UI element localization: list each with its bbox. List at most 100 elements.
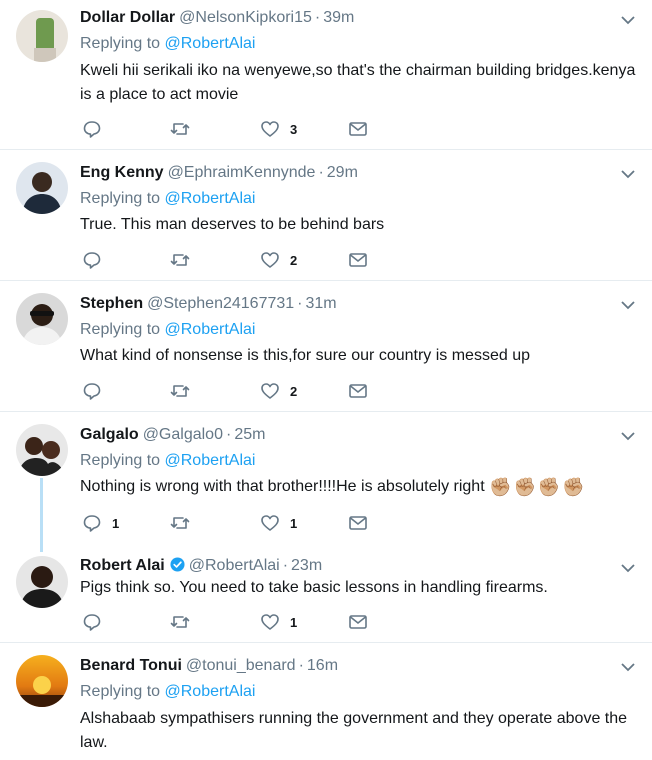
like-button[interactable]: 1 (260, 611, 297, 633)
reply-button[interactable] (82, 380, 112, 402)
replying-to: Replying to @RobertAlai (80, 682, 255, 702)
like-button[interactable]: 3 (260, 118, 297, 140)
separator-dot: · (318, 164, 324, 181)
tweet-actions: 3 (80, 118, 480, 140)
user-handle[interactable]: @Galgalo0 (143, 426, 223, 443)
timestamp[interactable]: 16m (307, 657, 338, 674)
heart-icon (261, 614, 279, 630)
avatar[interactable] (16, 424, 68, 476)
chevron-down-icon[interactable] (620, 297, 636, 313)
reply-icon (83, 121, 101, 138)
timestamp[interactable]: 29m (327, 164, 358, 181)
replying-to-label: Replying to (80, 190, 165, 207)
display-name[interactable]: Benard Tonui (80, 657, 182, 674)
avatar[interactable] (16, 293, 68, 345)
avatar[interactable] (16, 655, 68, 707)
envelope-icon (349, 615, 367, 629)
mention-link[interactable]: @RobertAlai (165, 321, 256, 338)
timestamp[interactable]: 25m (234, 426, 265, 443)
retweet-button[interactable] (170, 611, 200, 633)
like-button[interactable]: 2 (260, 249, 297, 271)
direct-message-button[interactable] (348, 249, 368, 271)
user-handle[interactable]: @Stephen24167731 (147, 295, 294, 312)
avatar[interactable] (16, 10, 68, 62)
tweet-actions: 2 (80, 249, 480, 271)
like-count: 3 (290, 121, 298, 137)
retweet-icon (170, 254, 190, 266)
tweet-text: Pigs think so. You need to take basic le… (80, 579, 548, 596)
display-name[interactable]: Galgalo (80, 426, 139, 443)
separator-dot: · (297, 295, 303, 312)
user-handle[interactable]: @RobertAlai (189, 557, 280, 574)
retweet-icon (170, 517, 190, 529)
mention-link[interactable]: @RobertAlai (165, 35, 256, 52)
like-count: 1 (290, 515, 298, 531)
retweet-button[interactable] (170, 249, 200, 271)
chevron-down-icon[interactable] (620, 560, 636, 576)
thread-connector (40, 478, 43, 552)
timestamp[interactable]: 39m (323, 9, 354, 26)
avatar[interactable] (16, 162, 68, 214)
tweet[interactable]: Galgalo @Galgalo0 · 25m Replying to @Robert… (0, 412, 652, 552)
envelope-icon (349, 516, 367, 530)
user-handle[interactable]: @tonui_benard (186, 657, 296, 674)
verified-badge-icon (170, 557, 185, 572)
reply-button[interactable] (82, 611, 112, 633)
replying-to-label: Replying to (80, 683, 165, 700)
direct-message-button[interactable] (348, 611, 368, 633)
separator-dot: · (314, 9, 321, 26)
tweet[interactable]: Robert Alai @RobertAlai · 23m Pigs think so… (0, 548, 652, 643)
display-name[interactable]: Stephen (80, 295, 143, 312)
chevron-down-icon[interactable] (620, 659, 636, 675)
retweet-icon (170, 123, 190, 135)
like-count: 2 (290, 252, 298, 268)
avatar[interactable] (16, 556, 68, 608)
user-handle[interactable]: @EphraimKennynde (168, 164, 316, 181)
display-name[interactable]: Eng Kenny (80, 164, 164, 181)
direct-message-button[interactable] (348, 380, 368, 402)
separator-dot: · (225, 426, 232, 443)
reply-button[interactable] (82, 118, 112, 140)
direct-message-button[interactable] (348, 512, 368, 534)
replying-to-label: Replying to (80, 35, 165, 52)
tweet-text: True. This man deserves to be behind bar… (80, 216, 385, 233)
replying-to: Replying to @RobertAlai (80, 451, 255, 471)
reply-icon (83, 515, 101, 532)
mention-link[interactable]: @RobertAlai (165, 452, 256, 469)
tweet-text: Nothing is wrong with that brother!!!!He… (80, 475, 640, 499)
direct-message-button[interactable] (348, 118, 368, 140)
envelope-icon (349, 122, 367, 136)
like-button[interactable]: 2 (260, 380, 297, 402)
mention-link[interactable]: @RobertAlai (165, 190, 256, 207)
retweet-icon (170, 385, 190, 397)
user-handle[interactable]: @NelsonKipkori15 (179, 9, 312, 26)
replying-to: Replying to @RobertAlai (80, 320, 255, 340)
chevron-down-icon[interactable] (620, 166, 636, 182)
mention-link[interactable]: @RobertAlai (165, 683, 256, 700)
retweet-button[interactable] (170, 118, 200, 140)
timestamp[interactable]: 23m (291, 557, 322, 574)
tweet-actions: 1 (80, 611, 480, 633)
tweet[interactable]: Benard Tonui @tonui_benard · 16m Replying t… (0, 643, 652, 760)
retweet-button[interactable] (170, 380, 200, 402)
tweet[interactable]: Stephen @Stephen24167731 · 31m Replying to … (0, 281, 652, 412)
retweet-icon (170, 616, 190, 628)
replying-to-label: Replying to (80, 452, 165, 469)
display-name[interactable]: Dollar Dollar (80, 9, 175, 26)
reply-icon (83, 614, 101, 631)
reply-icon (83, 252, 101, 269)
heart-icon (261, 252, 279, 268)
reply-button[interactable]: 1 (82, 512, 119, 534)
tweet-actions: 1 1 (80, 512, 480, 534)
chevron-down-icon[interactable] (620, 428, 636, 444)
display-name[interactable]: Robert Alai (80, 557, 165, 574)
reply-count: 1 (112, 515, 120, 531)
chevron-down-icon[interactable] (620, 12, 636, 28)
like-count: 2 (290, 383, 298, 399)
tweet[interactable]: Eng Kenny @EphraimKennynde · 29m Replying t… (0, 150, 652, 281)
timestamp[interactable]: 31m (306, 295, 337, 312)
tweet[interactable]: Dollar Dollar @NelsonKipkori15 · 39m Replyi… (0, 0, 652, 150)
reply-button[interactable] (82, 249, 112, 271)
like-button[interactable]: 1 (260, 512, 297, 534)
retweet-button[interactable] (170, 512, 200, 534)
